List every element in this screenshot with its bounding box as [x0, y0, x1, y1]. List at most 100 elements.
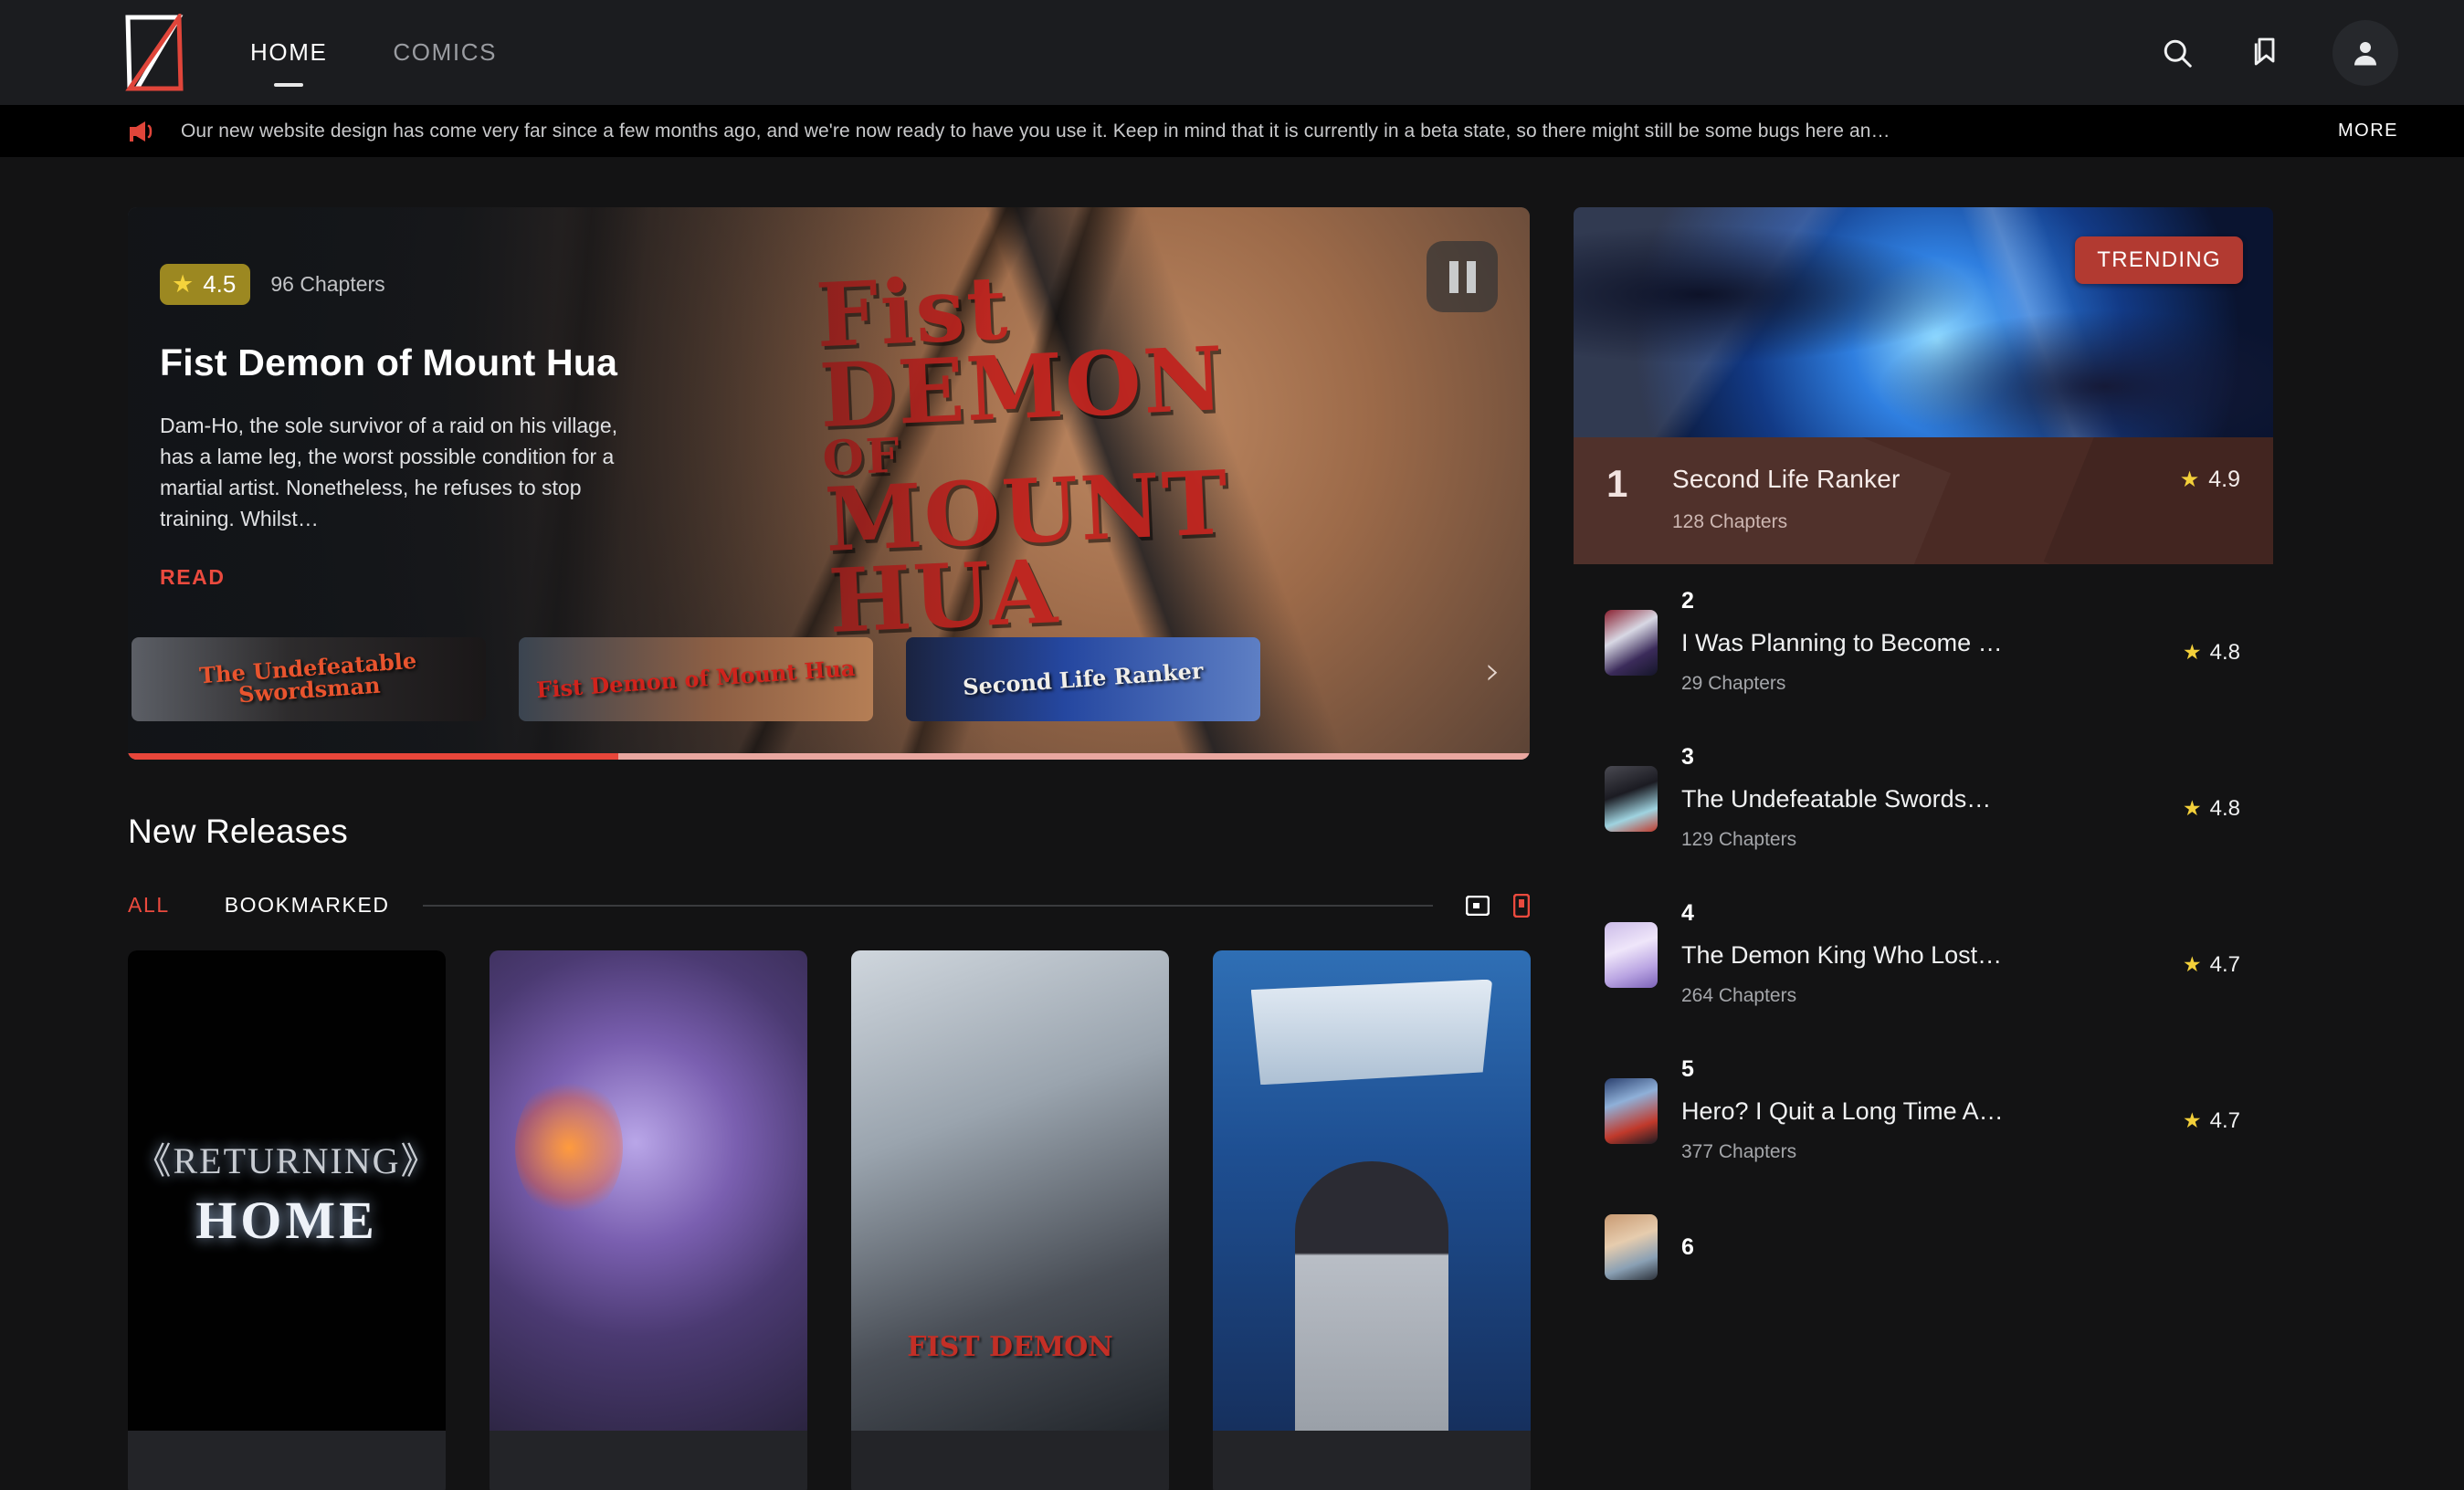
new-releases-tabs: ALL BOOKMARKED — [128, 893, 1530, 918]
announcement-text: Our new website design has come very far… — [181, 121, 2296, 142]
megaphone-icon — [128, 120, 157, 143]
trending-title: The Undefeatable Swords… — [1681, 785, 2159, 813]
trending-row-info: 4 The Demon King Who Lost… 264 Chapters — [1681, 902, 2159, 1007]
trending-featured-row[interactable]: 1 Second Life Ranker 128 Chapters ★ 4.9 — [1574, 437, 2273, 564]
trending-chapters: 377 Chapters — [1681, 1141, 2159, 1163]
bookmarks-icon[interactable] — [2245, 33, 2285, 73]
trending-thumbnail — [1605, 766, 1658, 832]
account-avatar[interactable] — [2332, 20, 2398, 86]
new-releases-section: New Releases ALL BOOKMARKED — [128, 813, 1530, 1490]
tab-all[interactable]: ALL — [128, 893, 170, 918]
trending-chapters: 29 Chapters — [1681, 673, 2159, 695]
main-column: Fist DEMON OF MOUNT HUA ★ 4.5 96 Chapter… — [128, 207, 1530, 1490]
trending-panel: TRENDING 1 Second Life Ranker 128 Chapte… — [1574, 207, 2273, 1490]
trending-rating: ★ 4.8 — [2183, 776, 2240, 822]
comic-card-footer — [128, 1431, 446, 1490]
trending-featured-info: Second Life Ranker 128 Chapters — [1672, 465, 2180, 533]
chevron-right-icon[interactable]: › — [1485, 652, 1501, 690]
trending-row[interactable]: 2 I Was Planning to Become … 29 Chapters… — [1574, 564, 2273, 720]
trending-rating-value: 4.8 — [2210, 796, 2240, 822]
star-icon: ★ — [2183, 1110, 2202, 1131]
trending-rating: ★ 4.9 — [2180, 465, 2240, 493]
nav-right-actions — [2157, 20, 2398, 86]
comic-card[interactable]: 《RETURNING》 HOME — [128, 950, 446, 1490]
hero-thumbnail-strip: The Undefeatable Swordsman Fist Demon of… — [132, 637, 1530, 721]
grid-tall-view-icon[interactable] — [1513, 894, 1530, 918]
trending-rank: 4 — [1681, 902, 2159, 925]
trending-row[interactable]: 3 The Undefeatable Swords… 129 Chapters … — [1574, 720, 2273, 876]
trending-rank: 6 — [1681, 1236, 2240, 1259]
trending-rating-value: 4.9 — [2208, 467, 2240, 493]
hero-carousel: Fist DEMON OF MOUNT HUA ★ 4.5 96 Chapter… — [128, 207, 1530, 760]
trending-rating-value: 4.7 — [2210, 1108, 2240, 1134]
hourglass-x-logo[interactable] — [119, 14, 190, 92]
comic-card[interactable] — [490, 950, 807, 1490]
hero-rating-value: 4.5 — [203, 270, 236, 299]
comic-cover — [851, 950, 1169, 1431]
trending-row[interactable]: 4 The Demon King Who Lost… 264 Chapters … — [1574, 876, 2273, 1033]
pause-icon[interactable] — [1427, 241, 1498, 312]
section-title: New Releases — [128, 813, 1530, 851]
star-icon: ★ — [2180, 469, 2200, 491]
trending-chapters: 128 Chapters — [1672, 511, 2180, 533]
new-releases-grid: 《RETURNING》 HOME — [128, 950, 1530, 1490]
hero-read-button[interactable]: READ — [160, 565, 226, 590]
top-navigation-bar: HOME COMICS — [0, 0, 2464, 105]
comic-cover: 《RETURNING》 HOME — [128, 950, 446, 1431]
page-content: Fist DEMON OF MOUNT HUA ★ 4.5 96 Chapter… — [0, 157, 2464, 1490]
hero-description: Dam-Ho, the sole survivor of a raid on h… — [160, 410, 653, 534]
trending-rating-value: 4.8 — [2210, 640, 2240, 666]
announcement-more-button[interactable]: MORE — [2338, 121, 2398, 142]
trending-thumbnail — [1605, 1214, 1658, 1280]
comic-card-footer — [851, 1431, 1169, 1490]
hero-thumbnail[interactable]: Second Life Ranker — [906, 637, 1260, 721]
cover-text-top: 《RETURNING》 — [134, 1131, 438, 1184]
nav-link-home[interactable]: HOME — [245, 31, 332, 74]
trending-badge: TRENDING — [2075, 236, 2243, 284]
cover-text-bottom: HOME — [195, 1190, 378, 1251]
comic-card-footer — [1213, 1431, 1531, 1490]
hero-info: ★ 4.5 96 Chapters Fist Demon of Mount Hu… — [160, 264, 726, 590]
trending-rank: 2 — [1681, 590, 2159, 613]
trending-row-info: 6 — [1681, 1236, 2240, 1259]
star-icon: ★ — [2183, 954, 2202, 975]
comic-card[interactable] — [851, 950, 1169, 1490]
nav-link-comics[interactable]: COMICS — [387, 31, 502, 74]
trending-row[interactable]: 6 — [1574, 1189, 2273, 1306]
comic-card[interactable] — [1213, 950, 1531, 1490]
trending-chapters: 129 Chapters — [1681, 829, 2159, 851]
grid-wide-view-icon[interactable] — [1466, 896, 1490, 916]
tabs-divider — [423, 905, 1433, 907]
trending-row-info: 5 Hero? I Quit a Long Time A… 377 Chapte… — [1681, 1058, 2159, 1163]
trending-rating: ★ 4.7 — [2183, 932, 2240, 978]
hero-thumbnail[interactable]: Fist Demon of Mount Hua — [519, 637, 873, 721]
hero-rating-badge: ★ 4.5 — [160, 264, 250, 305]
trending-row[interactable]: 5 Hero? I Quit a Long Time A… 377 Chapte… — [1574, 1033, 2273, 1189]
hero-thumbnail-label: The Undefeatable Swordsman — [132, 645, 486, 714]
star-icon: ★ — [172, 272, 194, 297]
star-icon: ★ — [2183, 642, 2202, 663]
hero-title: Fist Demon of Mount Hua — [160, 341, 726, 384]
trending-rating-value: 4.7 — [2210, 952, 2240, 978]
trending-row-info: 2 I Was Planning to Become … 29 Chapters — [1681, 590, 2159, 695]
trending-thumbnail — [1605, 610, 1658, 676]
trending-featured-artwork[interactable]: TRENDING — [1574, 207, 2273, 437]
star-icon: ★ — [2183, 798, 2202, 819]
trending-title: Hero? I Quit a Long Time A… — [1681, 1097, 2159, 1126]
trending-title: I Was Planning to Become … — [1681, 629, 2159, 657]
comic-cover — [1213, 950, 1531, 1431]
hero-thumbnail[interactable]: The Undefeatable Swordsman — [132, 637, 486, 721]
announcement-banner: Our new website design has come very far… — [0, 105, 2464, 157]
trending-rating: ★ 4.8 — [2183, 620, 2240, 666]
search-icon[interactable] — [2157, 33, 2197, 73]
comic-cover — [490, 950, 807, 1431]
trending-thumbnail — [1605, 1078, 1658, 1144]
trending-rank: 1 — [1606, 465, 1672, 503]
trending-title: Second Life Ranker — [1672, 465, 2180, 494]
trending-row-info: 3 The Undefeatable Swords… 129 Chapters — [1681, 746, 2159, 851]
tab-bookmarked[interactable]: BOOKMARKED — [225, 893, 390, 918]
trending-title: The Demon King Who Lost… — [1681, 941, 2159, 970]
hero-thumbnail-label: Fist Demon of Mount Hua — [536, 657, 857, 701]
hero-meta-row: ★ 4.5 96 Chapters — [160, 264, 726, 305]
trending-thumbnail — [1605, 922, 1658, 988]
